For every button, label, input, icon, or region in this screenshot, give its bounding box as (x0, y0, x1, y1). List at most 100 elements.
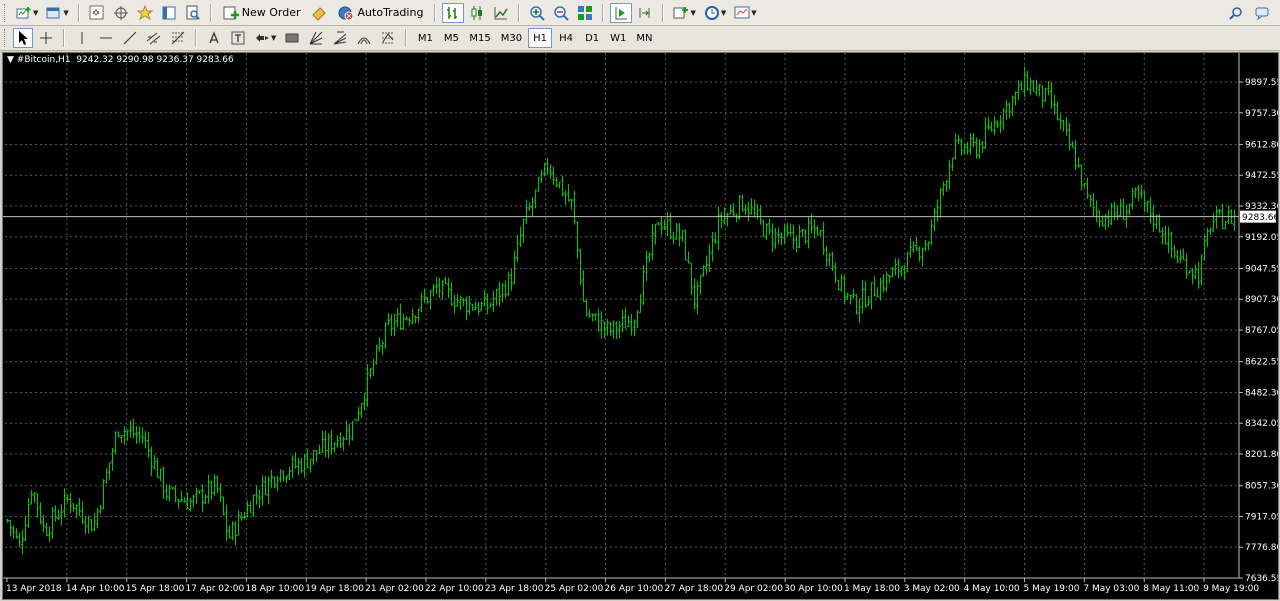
ohlc-bar (465, 296, 468, 321)
drawing-toolbar: ▼ M1 M5 M15 M30 H1 H4 D1 W1 MN (0, 26, 1280, 51)
autotrading-button[interactable]: AutoTrading (332, 3, 429, 23)
ohlc-bar (378, 337, 381, 352)
fibo-fan-button[interactable] (329, 28, 351, 48)
line-chart-button[interactable] (490, 3, 512, 23)
ohlc-bar (567, 184, 570, 202)
timeframe-button-w1[interactable]: W1 (606, 28, 630, 48)
chart-shift-button[interactable] (634, 3, 656, 23)
new-order-button[interactable]: New Order (218, 3, 306, 23)
timeframe-button-m30[interactable]: M30 (497, 28, 526, 48)
indicators-icon (673, 6, 689, 18)
timeframe-button-mn[interactable]: MN (632, 28, 656, 48)
chat-button[interactable] (1252, 3, 1272, 23)
tile-windows-button[interactable] (574, 3, 596, 23)
strategy-tester-button[interactable] (182, 3, 204, 23)
ohlc-bar (210, 480, 213, 500)
ohlc-bar (1194, 264, 1197, 280)
text-tool-button[interactable] (203, 28, 225, 48)
ohlc-bar (933, 207, 936, 232)
search-button[interactable] (1226, 3, 1246, 23)
terminal-button[interactable] (158, 3, 180, 23)
periods-button[interactable]: ▼ (701, 3, 729, 23)
profiles-button[interactable]: ▼ (43, 3, 71, 23)
price-chart[interactable]: 9897.55 9757.30 9612.80 9472.55 9332.30 9192.… (3, 53, 1278, 599)
candlestick-button[interactable] (466, 3, 488, 23)
rectangle-button[interactable] (281, 28, 303, 48)
toolbar-grip[interactable] (4, 3, 8, 22)
ohlc-bar (528, 202, 531, 211)
zoom-out-button[interactable] (550, 3, 572, 23)
new-chart-button[interactable]: ▼ (13, 3, 41, 23)
ohlc-bar (1044, 88, 1047, 102)
ohlc-bar (1026, 70, 1029, 91)
text-label-button[interactable] (227, 28, 249, 48)
price-label: 8201.80 (1245, 450, 1278, 460)
trendline-button[interactable] (119, 28, 141, 48)
timeframe-label: M1 (417, 32, 433, 44)
ohlc-bar (285, 475, 288, 483)
ohlc-bar (30, 490, 33, 505)
templates-button[interactable]: ▼ (731, 3, 759, 23)
fibo-expansion-button[interactable] (377, 28, 399, 48)
market-watch-button[interactable] (86, 3, 108, 23)
ohlc-bar (552, 166, 555, 185)
ohlc-bar (1215, 205, 1218, 229)
timeframe-button-d1[interactable]: D1 (580, 28, 604, 48)
ohlc-bar (1197, 262, 1200, 289)
gann-button[interactable] (305, 28, 327, 48)
timeframe-label: H4 (559, 32, 574, 44)
horizontal-line-button[interactable] (95, 28, 117, 48)
navigator-button[interactable] (134, 3, 156, 23)
timeframe-label: D1 (585, 32, 600, 44)
ohlc-bar (852, 288, 855, 299)
ohlc-bar (1077, 157, 1080, 168)
indicators-button[interactable]: ▼ (670, 3, 698, 23)
equidistant-channel-button[interactable] (143, 28, 165, 48)
ohlc-bar (927, 241, 930, 251)
ohlc-bar (1185, 253, 1188, 279)
metaeditor-button[interactable] (308, 3, 330, 23)
ohlc-bar (600, 311, 603, 339)
timeframe-button-m1[interactable]: M1 (413, 28, 437, 48)
text-label-icon (231, 31, 245, 45)
toolbar-grip[interactable] (4, 29, 8, 47)
ohlc-bar (417, 308, 420, 324)
ohlc-bar (372, 358, 375, 376)
ohlc-bar (684, 229, 687, 261)
fibo-arcs-button[interactable] (353, 28, 375, 48)
ohlc-bar (504, 280, 507, 298)
ohlc-bar (453, 295, 456, 314)
time-axis: 13 Apr 2018 14 Apr 10:00 15 Apr 18:00 17 Ap… (3, 577, 1259, 594)
ohlc-bar (45, 522, 48, 537)
ohlc-bar (444, 276, 447, 284)
arrows-button[interactable]: ▼ (251, 28, 279, 48)
ohlc-bar (945, 180, 948, 192)
autoscroll-button[interactable] (610, 2, 633, 23)
timeframe-button-m15[interactable]: M15 (465, 28, 494, 48)
ohlc-bar (957, 134, 960, 145)
fibonacci-button[interactable] (167, 28, 189, 48)
ohlc-bar (24, 515, 27, 542)
ohlc-bar (918, 246, 921, 262)
timeframe-button-h1[interactable]: H1 (528, 28, 553, 48)
ohlc-bar (981, 141, 984, 153)
chart-window[interactable]: 9897.55 9757.30 9612.80 9472.55 9332.30 9192.… (2, 52, 1279, 600)
data-window-button[interactable] (110, 3, 132, 23)
bar-chart-button[interactable] (442, 2, 465, 23)
timeframe-button-m5[interactable]: M5 (439, 28, 463, 48)
crosshair-tool-button[interactable] (35, 28, 57, 48)
ohlc-bar (423, 288, 426, 304)
vertical-line-button[interactable] (71, 28, 93, 48)
zoom-in-button[interactable] (526, 3, 548, 23)
timeframe-button-h4[interactable]: H4 (554, 28, 578, 48)
ohlc-bar (231, 521, 234, 541)
ohlc-bar (888, 274, 891, 284)
symbol-collapse-icon[interactable]: ▼ (7, 55, 17, 65)
ohlc-bar (978, 139, 981, 159)
channel-icon (146, 32, 161, 45)
cursor-tool-button[interactable] (13, 28, 33, 48)
ohlc-bar (90, 519, 93, 532)
time-label: 1 May 18:00 (844, 584, 900, 594)
ohlc-bar (774, 228, 777, 249)
ohlc-bar (249, 501, 252, 513)
